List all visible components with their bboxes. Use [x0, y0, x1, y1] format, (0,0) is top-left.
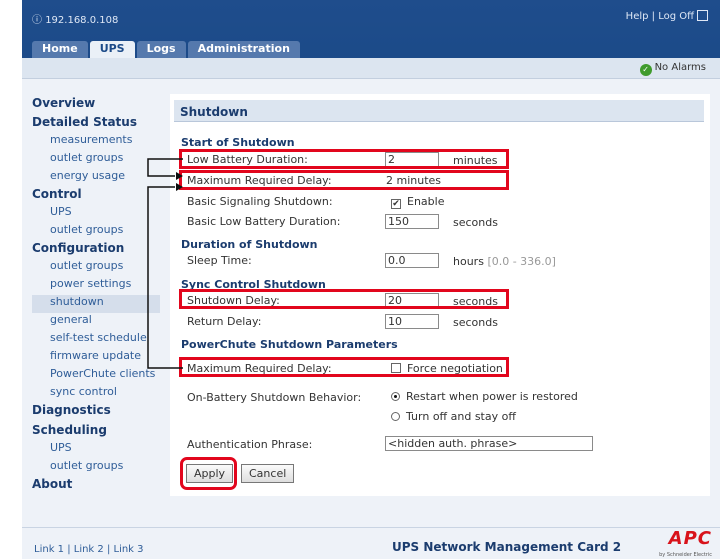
tab-home[interactable]: Home — [32, 41, 88, 58]
basic-low-battery-input[interactable]: 150 — [385, 214, 439, 229]
sidebar-configuration[interactable]: Configuration — [32, 241, 160, 255]
turn-off-option[interactable]: Turn off and stay off — [391, 410, 516, 423]
sidebar-item-measurements[interactable]: measurements — [32, 133, 160, 151]
sidebar-item-power-settings[interactable]: power settings — [32, 277, 160, 295]
footer-links[interactable]: Link 1 | Link 2 | Link 3 — [34, 544, 144, 555]
sidebar-nav: Overview Detailed Status measurements ou… — [32, 96, 160, 495]
auth-phrase-input[interactable]: <hidden auth. phrase> — [385, 436, 593, 451]
highlight-low-battery — [179, 149, 509, 169]
sidebar-detailed-status[interactable]: Detailed Status — [32, 115, 160, 129]
highlight-max-delay — [179, 170, 509, 190]
basic-signaling-option[interactable]: ✔ Enable — [391, 195, 444, 209]
basic-signaling-option-label[interactable]: Enable — [407, 195, 444, 208]
restart-option-label[interactable]: Restart when power is restored — [406, 390, 578, 403]
tab-administration[interactable]: Administration — [187, 41, 300, 58]
basic-signaling-label: Basic Signaling Shutdown: — [187, 195, 333, 208]
sidebar-item-config-outlet-groups[interactable]: outlet groups — [32, 259, 160, 277]
tab-logs[interactable]: Logs — [136, 41, 186, 58]
return-delay-label: Return Delay: — [187, 315, 262, 328]
page-title: Shutdown — [174, 100, 704, 122]
sidebar-item-control-outlet-groups[interactable]: outlet groups — [32, 223, 160, 241]
highlight-pc-max-delay — [179, 357, 509, 377]
basic-low-battery-label: Basic Low Battery Duration: — [187, 215, 341, 228]
highlight-apply-button — [180, 457, 237, 490]
sidebar-item-control-ups[interactable]: UPS — [32, 205, 160, 223]
powerchute-heading: PowerChute Shutdown Parameters — [181, 338, 398, 351]
auth-phrase-label: Authentication Phrase: — [187, 438, 313, 451]
alarm-bar: ✓ No Alarms — [22, 58, 720, 79]
main-tabs: Home UPS Logs Administration — [32, 41, 300, 60]
apc-logo: APC — [668, 528, 712, 549]
sidebar-scheduling[interactable]: Scheduling — [32, 423, 160, 437]
check-icon: ✓ — [639, 64, 652, 76]
logoff-icon[interactable] — [697, 10, 708, 21]
sidebar-item-firmware-update[interactable]: firmware update — [32, 349, 160, 367]
sleep-time-input[interactable]: 0.0 — [385, 253, 439, 268]
sleep-time-unit: hours [0.0 - 336.0] — [453, 255, 556, 268]
sleep-time-label: Sleep Time: — [187, 254, 252, 267]
sleep-time-range: [0.0 - 336.0] — [487, 255, 556, 268]
sidebar-about[interactable]: About — [32, 477, 160, 491]
sidebar-diagnostics[interactable]: Diagnostics — [32, 403, 160, 417]
sidebar-item-scheduling-outlet-groups[interactable]: outlet groups — [32, 459, 160, 477]
highlight-shutdown-delay — [179, 289, 509, 309]
start-of-shutdown-heading: Start of Shutdown — [181, 136, 295, 149]
card-title: UPS Network Management Card 2 — [392, 540, 622, 554]
sleep-time-unit-text: hours — [453, 255, 484, 268]
sidebar-control[interactable]: Control — [32, 187, 160, 201]
top-header-bar: ⓘ 192.168.0.108 Help | Log Off Home UPS … — [22, 0, 720, 66]
restart-option[interactable]: Restart when power is restored — [391, 390, 578, 403]
ip-address: ⓘ 192.168.0.108 — [32, 15, 119, 26]
duration-heading: Duration of Shutdown — [181, 238, 318, 251]
cancel-button[interactable]: Cancel — [241, 464, 295, 483]
turn-off-option-label[interactable]: Turn off and stay off — [406, 410, 516, 423]
ip-address-text: 192.168.0.108 — [45, 15, 119, 26]
sidebar-item-scheduling-ups[interactable]: UPS — [32, 441, 160, 459]
return-delay-input[interactable]: 10 — [385, 314, 439, 329]
sidebar-item-outlet-groups-status[interactable]: outlet groups — [32, 151, 160, 169]
basic-low-battery-unit: seconds — [453, 216, 498, 229]
sidebar-item-self-test-schedule[interactable]: self-test schedule — [32, 331, 160, 349]
alarm-text[interactable]: No Alarms — [655, 62, 706, 73]
return-delay-unit: seconds — [453, 316, 498, 329]
sidebar-item-shutdown[interactable]: shutdown — [32, 295, 160, 313]
sidebar-item-powerchute-clients[interactable]: PowerChute clients — [32, 367, 160, 385]
apc-logo-sub: by Schneider Electric — [659, 552, 712, 558]
basic-signaling-checkbox[interactable]: ✔ — [391, 199, 401, 209]
sidebar-item-sync-control[interactable]: sync control — [32, 385, 160, 403]
help-logoff-links[interactable]: Help | Log Off — [626, 10, 708, 22]
help-logoff-text[interactable]: Help | Log Off — [626, 11, 694, 22]
battery-behavior-label: On-Battery Shutdown Behavior: — [187, 391, 362, 404]
footer-bar: Link 1 | Link 2 | Link 3 UPS Network Man… — [22, 527, 720, 559]
alarm-status[interactable]: ✓ No Alarms — [639, 62, 706, 76]
restart-radio[interactable] — [391, 392, 400, 401]
sidebar-overview[interactable]: Overview — [32, 96, 160, 110]
sidebar-item-general[interactable]: general — [32, 313, 160, 331]
sidebar-item-energy-usage[interactable]: energy usage — [32, 169, 160, 187]
turn-off-radio[interactable] — [391, 412, 400, 421]
